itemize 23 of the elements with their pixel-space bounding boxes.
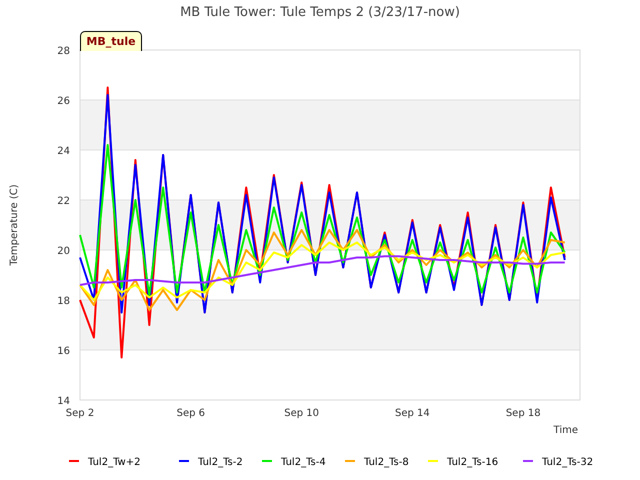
y-tick-label: 18 xyxy=(57,296,70,307)
y-tick-label: 16 xyxy=(57,346,70,357)
y-tick-label: 28 xyxy=(57,46,70,57)
y-tick-label: 24 xyxy=(57,146,70,157)
chart-title: MB Tule Tower: Tule Temps 2 (3/23/17-now) xyxy=(180,5,460,20)
legend-label: Tul2_Ts-32 xyxy=(542,457,594,468)
y-tick-label: 20 xyxy=(57,246,70,257)
y-tick-label: 26 xyxy=(57,96,70,107)
x-tick-label: Sep 6 xyxy=(176,408,205,419)
y-axis-label: Temperature (C) xyxy=(9,184,20,266)
y-tick-label: 22 xyxy=(57,196,70,207)
station-label: MB_tule xyxy=(80,31,142,51)
x-tick-label: Sep 18 xyxy=(506,408,541,419)
legend-label: Tul2_Tw+2 xyxy=(88,457,140,468)
x-tick-label: Sep 2 xyxy=(66,408,94,419)
legend-label: Tul2_Ts-16 xyxy=(447,457,498,468)
x-axis-label: Time xyxy=(554,425,578,436)
y-tick-label: 14 xyxy=(57,396,70,407)
x-tick-label: Sep 14 xyxy=(395,408,430,419)
legend-label: Tul2_Ts-8 xyxy=(364,457,409,468)
x-tick-label: Sep 10 xyxy=(284,408,319,419)
legend-label: Tul2_Ts-4 xyxy=(281,457,326,468)
legend-label: Tul2_Ts-2 xyxy=(198,457,243,468)
